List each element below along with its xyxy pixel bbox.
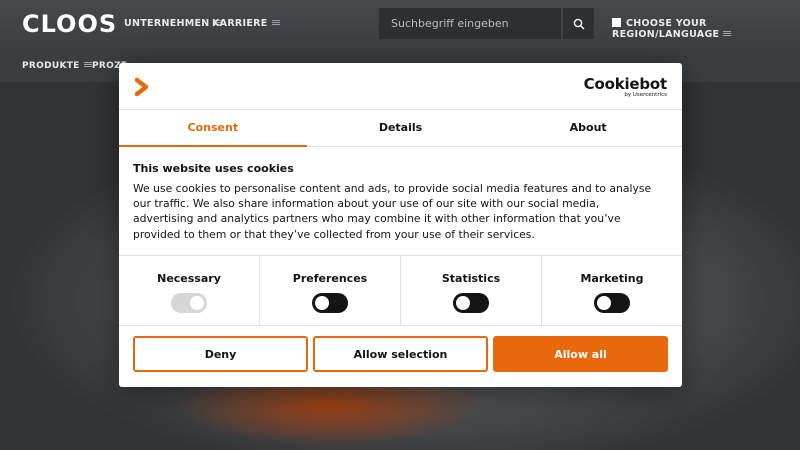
- pref-label: Preferences: [292, 272, 368, 285]
- menu-icon: [723, 31, 732, 36]
- cookiebot-logo[interactable]: Cookiebot by Usercentrics: [583, 75, 668, 99]
- allow-all-button[interactable]: Allow all: [493, 336, 668, 372]
- preferences-toggle[interactable]: [312, 293, 348, 313]
- menu-icon: [83, 62, 92, 67]
- top-header: CLOOS UNTERNEHMEN KARRIERE CHOOSE YOUR R…: [0, 0, 800, 48]
- dialog-title: This website uses cookies: [133, 162, 294, 175]
- search-input[interactable]: [379, 8, 561, 39]
- toggle-knob: [190, 296, 204, 310]
- pref-preferences: Preferences: [260, 256, 401, 325]
- nav-produkte[interactable]: PRODUKTE: [22, 61, 92, 71]
- deny-button[interactable]: Deny: [133, 336, 308, 372]
- tab-consent[interactable]: Consent: [119, 111, 307, 147]
- search-icon: [573, 18, 584, 29]
- toggle-knob: [597, 296, 611, 310]
- pref-label: Statistics: [441, 272, 501, 285]
- checkbox-icon: [612, 18, 621, 27]
- dialog-tabs: Consent Details About: [119, 111, 682, 147]
- pref-necessary: Necessary: [119, 256, 260, 325]
- nav-label: UNTERNEHMEN: [124, 18, 210, 29]
- pref-marketing: Marketing: [542, 256, 682, 325]
- marketing-toggle[interactable]: [594, 293, 630, 313]
- region-language-selector[interactable]: CHOOSE YOUR REGION/LANGUAGE: [612, 18, 800, 40]
- chevron-right-icon: [134, 77, 149, 97]
- cloos-logo[interactable]: CLOOS: [22, 11, 117, 37]
- search-button[interactable]: [563, 8, 594, 39]
- toggle-knob: [456, 296, 470, 310]
- nav-label: KARRIERE: [212, 18, 268, 29]
- nav-karriere[interactable]: KARRIERE: [212, 18, 280, 29]
- cookie-consent-dialog: Cookiebot by Usercentrics Consent Detail…: [119, 63, 682, 387]
- nav-unternehmen[interactable]: UNTERNEHMEN: [124, 18, 222, 29]
- tab-details[interactable]: Details: [307, 111, 495, 146]
- allow-selection-button[interactable]: Allow selection: [313, 336, 488, 372]
- tab-about[interactable]: About: [494, 111, 682, 146]
- preference-toggles: Necessary Preferences Statistics Marketi…: [119, 255, 682, 326]
- region-label: CHOOSE YOUR REGION/LANGUAGE: [612, 18, 720, 40]
- pref-label: Necessary: [157, 272, 221, 285]
- nav-label: PRODUKTE: [22, 61, 80, 71]
- toggle-knob: [315, 296, 329, 310]
- pref-label: Marketing: [580, 272, 644, 285]
- brand-name: Cookiebot: [583, 75, 668, 93]
- dialog-description: We use cookies to personalise content an…: [133, 182, 652, 241]
- pref-statistics: Statistics: [401, 256, 542, 325]
- dialog-header: Cookiebot by Usercentrics: [119, 63, 682, 110]
- statistics-toggle[interactable]: [453, 293, 489, 313]
- necessary-toggle: [171, 293, 207, 313]
- menu-icon: [271, 20, 280, 25]
- brand-byline: by Usercentrics: [624, 92, 667, 98]
